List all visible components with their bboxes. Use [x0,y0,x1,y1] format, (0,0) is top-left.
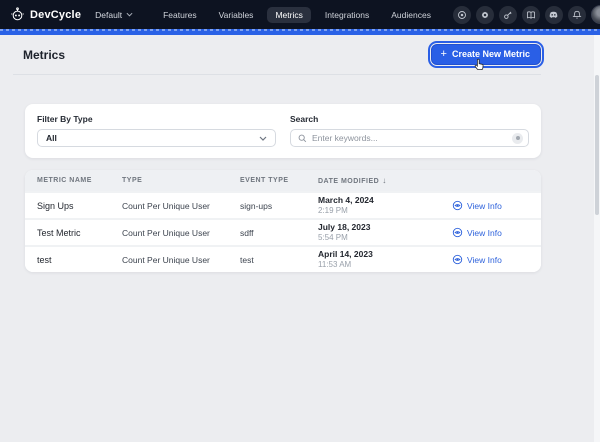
metric-type: Count Per Unique User [122,255,240,265]
plus-icon: + [441,50,447,58]
col-metric-name: METRIC NAME [37,177,122,184]
view-info-link[interactable]: View Info [452,227,541,238]
book-icon[interactable] [522,6,540,24]
search-label: Search [290,114,529,124]
eye-icon [452,254,463,265]
search-input[interactable] [312,133,507,143]
view-info-link[interactable]: View Info [452,254,541,265]
brand[interactable]: DevCycle [10,7,81,22]
nav-item-audiences[interactable]: Audiences [383,7,439,23]
page-title: Metrics [23,48,431,62]
eye-icon [452,227,463,238]
nav-item-metrics[interactable]: Metrics [267,7,310,23]
metric-type: Count Per Unique User [122,201,240,211]
event-type: sdff [240,228,318,238]
col-type: TYPE [122,177,240,184]
discord-icon[interactable] [545,6,563,24]
view-info-label: View Info [467,201,502,211]
metric-name: Sign Ups [37,201,122,211]
project-name: Default [95,10,122,20]
view-info-link[interactable]: View Info [452,200,541,211]
filter-by-type-field: Filter By Type All [37,114,276,147]
scrollbar[interactable] [594,35,600,442]
view-info-label: View Info [467,255,502,265]
metric-name: test [37,255,122,265]
chevron-down-icon [259,136,267,141]
eye-icon [452,200,463,211]
progress-strip [0,29,600,35]
col-date-modified[interactable]: DATE MODIFIED↓ [318,176,452,185]
type-select[interactable]: All [37,129,276,147]
project-switcher[interactable]: Default [95,10,133,20]
scrollbar-thumb[interactable] [595,75,599,215]
devcycle-logo-icon [10,7,25,22]
date-modified: July 18, 2023 5:54 PM [318,222,452,243]
type-select-value: All [46,133,57,143]
top-navigation: DevCycle Default Features Variables Metr… [0,0,600,29]
target-icon[interactable] [453,6,471,24]
create-button-label: Create New Metric [452,49,530,59]
metric-type: Count Per Unique User [122,228,240,238]
create-new-metric-button[interactable]: + Create New Metric [431,44,541,65]
page-header: Metrics + Create New Metric [13,35,541,75]
search-field: Search [290,114,529,147]
nav-icon-group [453,5,600,24]
col-event-type: EVENT TYPE [240,177,318,184]
filter-by-type-label: Filter By Type [37,114,276,124]
event-type: sign-ups [240,201,318,211]
main-nav: Features Variables Metrics Integrations … [155,7,439,23]
date-modified: April 14, 2023 11:53 AM [318,249,452,270]
table-row[interactable]: Sign Ups Count Per Unique User sign-ups … [25,191,541,218]
bell-icon[interactable] [568,6,586,24]
date-modified: March 4, 2024 2:19 PM [318,195,452,216]
user-avatar[interactable] [591,5,600,24]
filter-card: Filter By Type All Search [25,104,541,158]
clear-search-icon[interactable] [512,133,523,144]
gear-icon[interactable] [476,6,494,24]
search-icon [298,134,307,143]
nav-item-variables[interactable]: Variables [211,7,262,23]
nav-item-features[interactable]: Features [155,7,205,23]
table-header-row: METRIC NAME TYPE EVENT TYPE DATE MODIFIE… [25,170,541,191]
metric-name: Test Metric [37,228,122,238]
nav-item-integrations[interactable]: Integrations [317,7,377,23]
event-type: test [240,255,318,265]
brand-name: DevCycle [30,9,81,21]
sort-descending-icon: ↓ [382,176,387,185]
metrics-table: METRIC NAME TYPE EVENT TYPE DATE MODIFIE… [25,170,541,272]
view-info-label: View Info [467,228,502,238]
table-row[interactable]: Test Metric Count Per Unique User sdff J… [25,218,541,245]
key-icon[interactable] [499,6,517,24]
search-box [290,129,529,147]
chevron-down-icon [126,12,133,17]
table-row[interactable]: test Count Per Unique User test April 14… [25,245,541,272]
